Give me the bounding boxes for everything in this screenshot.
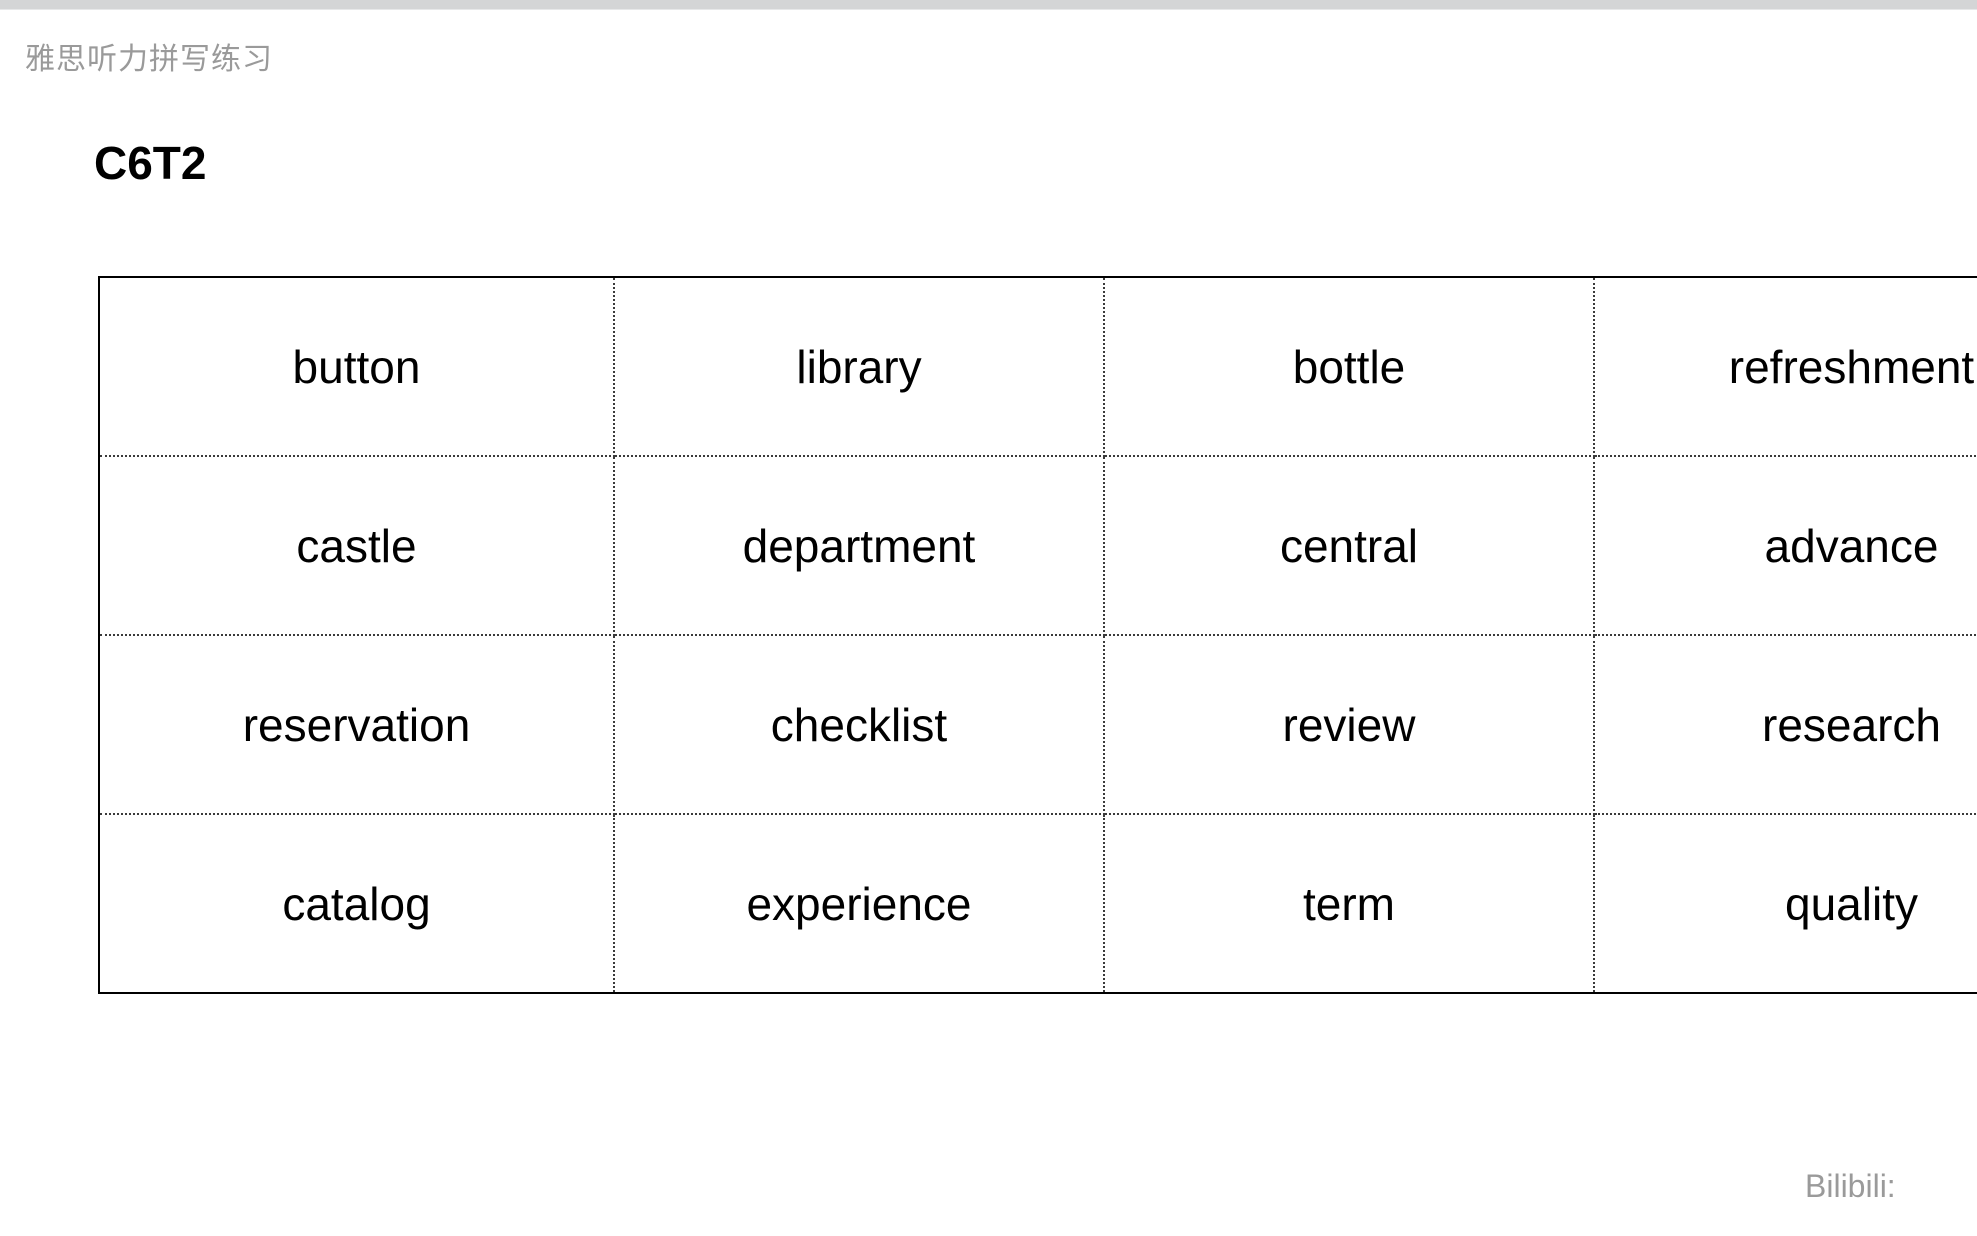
word-cell[interactable]: reservation [99, 635, 615, 815]
top-gray-bar [0, 0, 1977, 10]
word-cell[interactable]: button [99, 277, 615, 457]
bilibili-watermark: Bilibili: [1805, 1168, 1896, 1204]
word-cell[interactable]: bottle [1104, 277, 1595, 457]
word-cell[interactable]: experience [614, 814, 1105, 993]
word-cell[interactable]: research [1594, 635, 1977, 815]
word-cell[interactable]: castle [99, 456, 615, 636]
word-cell[interactable]: catalog [99, 814, 615, 993]
word-table: button library bottle refreshment castle… [98, 276, 1977, 994]
word-cell[interactable]: central [1104, 456, 1595, 636]
word-cell[interactable]: refreshment [1594, 277, 1977, 457]
word-table-container: button library bottle refreshment castle… [98, 276, 1977, 994]
word-cell[interactable]: quality [1594, 814, 1977, 993]
word-cell[interactable]: department [614, 456, 1105, 636]
section-title: C6T2 [94, 137, 207, 189]
word-cell[interactable]: library [614, 277, 1105, 457]
table-row: catalog experience term quality [99, 814, 1977, 993]
page-header-title: 雅思听力拼写练习 [25, 43, 273, 76]
word-cell[interactable]: advance [1594, 456, 1977, 636]
table-row: button library bottle refreshment [99, 277, 1977, 457]
word-cell[interactable]: checklist [614, 635, 1105, 815]
word-cell[interactable]: term [1104, 814, 1595, 993]
word-cell[interactable]: review [1104, 635, 1595, 815]
table-row: reservation checklist review research [99, 635, 1977, 815]
table-row: castle department central advance [99, 456, 1977, 636]
